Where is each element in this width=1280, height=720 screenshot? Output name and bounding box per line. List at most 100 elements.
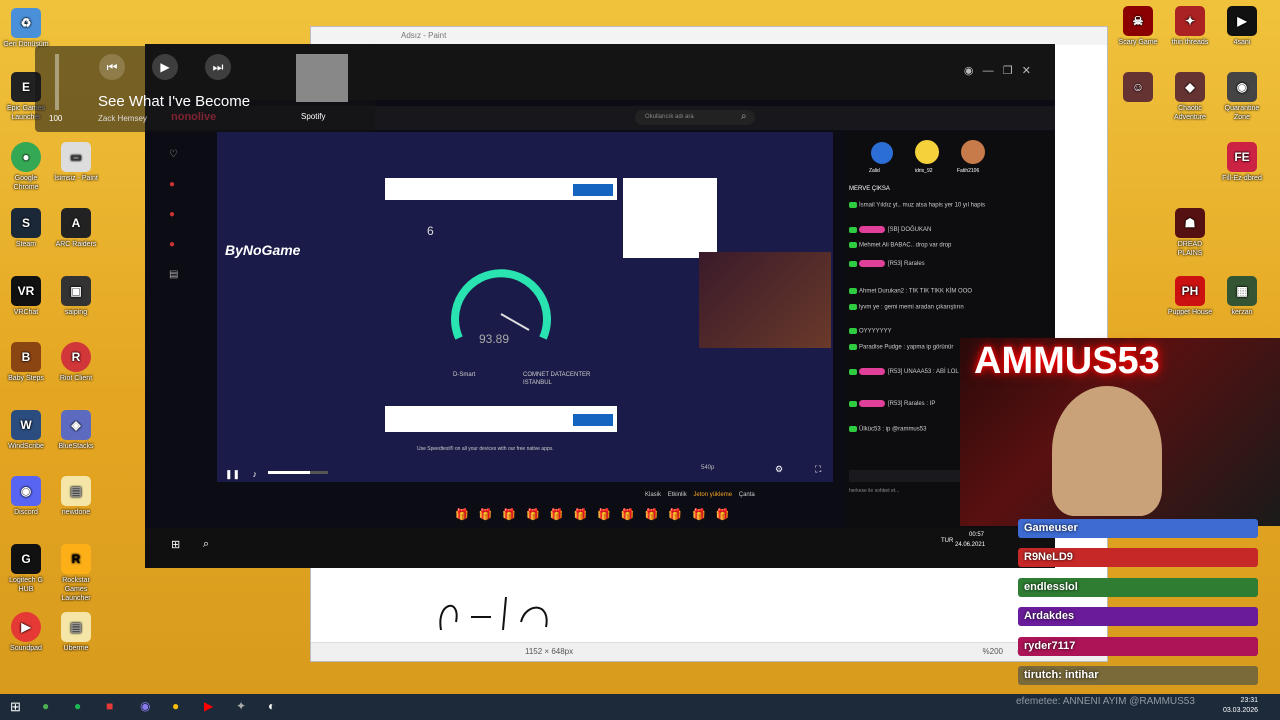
desktop-icon[interactable]: R Rockstar Games Launcher — [52, 544, 100, 603]
desktop-icon[interactable]: ✦ thin threads — [1166, 6, 1214, 47]
desktop-icon[interactable]: PH Puppet House — [1166, 276, 1214, 317]
chat-message: [SB] DOĞUKAN — [849, 226, 931, 233]
windows-icon[interactable]: ⊞ — [10, 699, 21, 715]
game-icon: ▦ — [1227, 276, 1257, 306]
track-title: See What I've Become — [98, 93, 251, 110]
previous-track-button[interactable]: ⏮ — [99, 54, 125, 80]
gift-row[interactable]: 🎁🎁🎁🎁🎁🎁🎁🎁🎁🎁🎁🎁 — [455, 508, 825, 524]
tab-jeton[interactable]: Jeton yükleme — [693, 492, 732, 498]
game-icon: ☗ — [1175, 208, 1205, 238]
desktop-icon[interactable]: ◈ BlueStacks — [52, 410, 100, 451]
list-icon[interactable]: ▤ — [169, 260, 183, 290]
spotify-taskbar-icon[interactable]: ● — [74, 699, 81, 713]
app-icon[interactable]: ✦ — [236, 699, 246, 713]
clock[interactable]: 23:31 03.03.2026 — [1223, 696, 1258, 716]
windows-icon[interactable]: ⊞ — [171, 538, 180, 551]
spotify-brand: Spotify — [301, 112, 326, 121]
spotify-widget: ⏮ ▶ ⏭ See What I've Become Zack Hemsey 1… — [35, 46, 375, 132]
search-icon[interactable]: ⌕ — [741, 111, 747, 122]
desktop-icon[interactable]: ▦ kerzan — [1218, 276, 1266, 317]
chat-message: lyvm ye : gemi memi aradan çıkarıştırın — [849, 304, 964, 311]
rockstar-icon: R — [61, 544, 91, 574]
webcam-overlay: AMMUS53 — [960, 338, 1280, 526]
ad-button[interactable] — [573, 414, 613, 426]
inner-taskbar: ⊞ ⌕ TUR 00:57 24.06.2021 — [145, 528, 1055, 568]
chrome-icon[interactable]: ● — [172, 699, 179, 713]
stream-video[interactable]: ByNoGame 6 93.89 D-Smart COMNET DATACENT… — [217, 132, 833, 482]
chat-input[interactable]: herkese ile sohbet et... — [849, 488, 899, 494]
desktop-icon[interactable]: ▶ Soundpad — [2, 612, 50, 653]
desktop-icon[interactable]: ◉ Discord — [2, 476, 50, 517]
chat-message: Ahmet Durukan2 : TIK TIK TIKK KİM OOO — [849, 288, 972, 295]
desktop-icon[interactable]: ▭ İsimsiz - Paint — [52, 142, 100, 183]
tab-etkinlik[interactable]: Etkinlik — [668, 492, 687, 498]
avatar[interactable]: ● — [169, 230, 183, 260]
search-icon[interactable]: ⌕ — [203, 538, 209, 551]
settings-icon[interactable]: ⚙ — [775, 464, 783, 475]
heart-icon[interactable]: ♡ — [169, 140, 183, 170]
desktop-icon[interactable]: W WindScribe — [2, 410, 50, 451]
ad-button[interactable] — [573, 184, 613, 196]
desktop-icon[interactable]: ◉ Quarantine Zone — [1218, 72, 1266, 122]
desktop-icon[interactable]: ▶ 4sani — [1218, 6, 1266, 47]
quality-label[interactable]: 540p — [701, 465, 714, 471]
volume-slider[interactable] — [267, 471, 328, 475]
folder-icon: ▤ — [61, 476, 91, 506]
spotify-icon[interactable]: ● — [42, 699, 49, 713]
chat-message: İsmail Yıldız yt.. muz atsa hapis yer 10… — [849, 202, 985, 209]
desktop-icon[interactable]: ● Google Chrome — [2, 142, 50, 192]
desktop-icon[interactable]: FE Fill-Ez-dbred — [1218, 142, 1266, 183]
youtube-icon[interactable]: ▶ — [204, 699, 213, 713]
volume-slider[interactable] — [55, 54, 59, 110]
desktop-icon[interactable]: G Logitech G HUB — [2, 544, 50, 594]
album-art — [296, 54, 348, 102]
desktop-icon[interactable]: S Steam — [2, 208, 50, 249]
donor-name: idris_92 — [915, 168, 933, 174]
discord-icon[interactable]: ◉ — [140, 699, 150, 713]
donor-avatar — [871, 142, 893, 164]
volume-icon[interactable]: ♪ — [253, 469, 258, 479]
app-icon[interactable]: ■ — [106, 699, 113, 713]
avatar[interactable]: ● — [169, 170, 183, 200]
gift-bar[interactable] — [849, 470, 963, 482]
desktop-icon[interactable]: ☗ DREAD PLAINS — [1166, 208, 1214, 258]
desktop-icon[interactable]: A ARC Raiders — [52, 208, 100, 249]
desktop-icon[interactable]: ▤ newdone — [52, 476, 100, 517]
desktop-icon[interactable]: ◆ Chaotic Adventure — [1166, 72, 1214, 122]
desktop-icon[interactable]: ▣ saiping — [52, 276, 100, 317]
game-icon: ◉ — [1227, 72, 1257, 102]
desktop-icon[interactable]: ▤ Uberme — [52, 612, 100, 653]
avatar[interactable]: ● — [169, 200, 183, 230]
desktop-icon[interactable]: B Baby Steps — [2, 342, 50, 383]
ad-panel — [623, 178, 717, 258]
search-input[interactable]: Okullarıcık adı ara — [635, 110, 755, 125]
gift-notification: Gameuser — [1018, 519, 1258, 538]
server-city: ISTANBUL — [523, 380, 552, 386]
tab-canta[interactable]: Çanta — [739, 492, 755, 498]
pause-icon[interactable]: ❚❚ — [225, 469, 240, 479]
tab-klasik[interactable]: Klasik — [645, 492, 661, 498]
desktop-icon[interactable]: ♻ Geri Dönüşüm — [2, 8, 50, 49]
steam-icon: S — [11, 208, 41, 238]
logitech-icon: G — [11, 544, 41, 574]
next-track-button[interactable]: ⏭ — [205, 54, 231, 80]
play-button[interactable]: ▶ — [152, 54, 178, 80]
streamer-name-neon: AMMUS53 — [974, 340, 1160, 382]
chat-message: [R53] UNAAA53 : ABİ LOL — [849, 368, 959, 375]
tray-date: 24.06.2021 — [955, 542, 986, 548]
game-icon: ☠ — [1123, 6, 1153, 36]
steam-icon[interactable]: ◐ — [268, 699, 275, 713]
desktop-icon[interactable]: ☠ Scary Game — [1114, 6, 1162, 47]
chat-message: Paradise Pudge : yapma ip görünür — [849, 344, 953, 351]
arc-raiders-icon: A — [61, 208, 91, 238]
window-controls[interactable]: ◉ — ❐ ✕ — [964, 64, 1031, 77]
baby-steps-icon: B — [11, 342, 41, 372]
gift-notification: tirutch: intihar — [1018, 666, 1258, 685]
speed-value: 93.89 — [479, 332, 510, 346]
zoom-level: %200 — [982, 647, 1003, 656]
fullscreen-icon[interactable]: ⛶ — [815, 464, 821, 475]
player-controls: ❚❚ ♪ 540p ⚙ ⛶ — [225, 464, 825, 479]
desktop-icon[interactable]: ☺ — [1114, 72, 1162, 104]
desktop-icon[interactable]: R Riot Client — [52, 342, 100, 383]
desktop-icon[interactable]: VR VRChat — [2, 276, 50, 317]
